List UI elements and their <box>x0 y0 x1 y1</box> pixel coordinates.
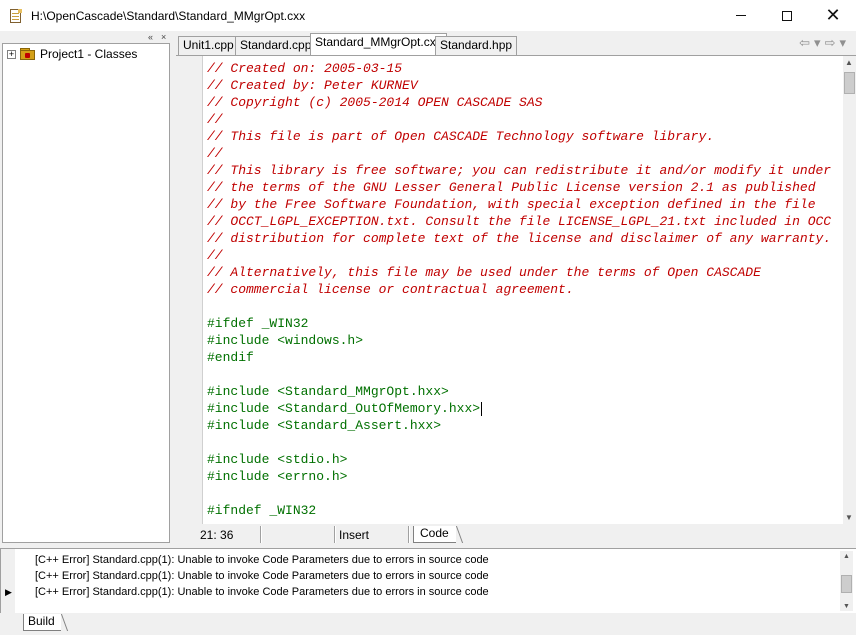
editor-tabs: Unit1.cpp Standard.cpp Standard_MMgrOpt.… <box>176 33 856 55</box>
class-explorer-panel: « × + Project1 - Classes <box>0 31 172 545</box>
code-line[interactable]: #include <stdio.h> <box>207 451 841 468</box>
code-line[interactable]: #include <errno.h> <box>207 468 841 485</box>
chevron-down-icon[interactable]: ▾ <box>814 35 821 51</box>
scroll-down-icon[interactable]: ▼ <box>845 513 853 522</box>
class-tree[interactable]: + Project1 - Classes <box>2 43 170 543</box>
message-item[interactable]: [C++ Error] Standard.cpp(1): Unable to i… <box>35 570 489 582</box>
tab-standard-hpp[interactable]: Standard.hpp <box>435 36 518 55</box>
message-pane[interactable]: ▶ [C++ Error] Standard.cpp(1): Unable to… <box>0 549 856 613</box>
code-line[interactable]: // Created by: Peter KURNEV <box>207 77 841 94</box>
editor-status-bar: 21: 36 Insert Code <box>176 524 856 545</box>
code-line[interactable]: // OCCT_LGPL_EXCEPTION.txt. Consult the … <box>207 213 841 230</box>
tab-unit1-cpp[interactable]: Unit1.cpp <box>178 36 239 55</box>
scroll-up-icon[interactable]: ▲ <box>845 58 853 67</box>
code-line[interactable]: // This library is free software; you ca… <box>207 162 841 179</box>
window-title: H:\OpenCascade\Standard\Standard_MMgrOpt… <box>31 8 306 23</box>
status-divider <box>408 526 410 543</box>
message-item[interactable]: [C++ Error] Standard.cpp(1): Unable to i… <box>35 586 489 598</box>
code-line[interactable]: // <box>207 111 841 128</box>
panel-menu-icon[interactable]: « <box>148 33 153 42</box>
code-editor[interactable]: // Created on: 2005-03-15// Created by: … <box>176 55 856 524</box>
code-line[interactable]: // commercial license or contractual agr… <box>207 281 841 298</box>
scroll-down-icon[interactable]: ▼ <box>843 603 850 610</box>
message-item[interactable]: [C++ Error] Standard.cpp(1): Unable to i… <box>35 554 489 566</box>
code-area[interactable]: // Created on: 2005-03-15// Created by: … <box>207 60 841 520</box>
back-arrow-icon[interactable]: ⇦ <box>799 35 810 51</box>
message-vertical-scrollbar[interactable]: ▲ ▼ <box>840 551 853 611</box>
message-tabs: Build <box>0 613 856 635</box>
code-line[interactable]: // distribution for complete text of the… <box>207 230 841 247</box>
selected-message-arrow-icon: ▶ <box>5 587 12 597</box>
cursor-position: 21: 36 <box>200 528 234 542</box>
code-line[interactable] <box>207 298 841 315</box>
tab-standard-mmgropt-cxx[interactable]: Standard_MMgrOpt.cxx <box>310 33 447 55</box>
status-divider <box>260 526 262 543</box>
status-divider <box>334 526 336 543</box>
code-line[interactable]: // <box>207 145 841 162</box>
code-line[interactable]: #ifndef _WIN32 <box>207 502 841 519</box>
forward-arrow-icon[interactable]: ⇨ <box>825 35 836 51</box>
expand-icon[interactable]: + <box>7 49 16 59</box>
scrollbar-thumb[interactable] <box>844 72 855 94</box>
code-line[interactable]: #ifdef _WIN32 <box>207 315 841 332</box>
code-line[interactable]: // by the Free Software Foundation, with… <box>207 196 841 213</box>
code-line[interactable] <box>207 485 841 502</box>
close-icon: ✕ <box>825 5 841 25</box>
code-line[interactable]: // <box>207 247 841 264</box>
message-gutter <box>1 549 15 613</box>
chevron-down-icon[interactable]: ▾ <box>839 35 846 51</box>
code-line[interactable]: // Alternatively, this file may be used … <box>207 264 841 281</box>
tab-build[interactable]: Build <box>23 614 61 631</box>
code-line[interactable]: #endif <box>207 349 841 366</box>
maximize-icon <box>782 10 792 21</box>
scroll-up-icon[interactable]: ▲ <box>843 553 850 560</box>
tab-standard-cpp[interactable]: Standard.cpp <box>235 36 317 55</box>
navigation-arrows: ⇦ ▾ ⇨ ▾ <box>799 35 846 51</box>
code-line[interactable]: #include <windows.h> <box>207 332 841 349</box>
title-bar: H:\OpenCascade\Standard\Standard_MMgrOpt… <box>0 0 856 31</box>
code-line[interactable]: #include <Standard_MMgrOpt.hxx> <box>207 383 841 400</box>
text-caret <box>481 401 483 416</box>
code-line[interactable] <box>207 434 841 451</box>
code-line[interactable]: // This file is part of Open CASCADE Tec… <box>207 128 841 145</box>
tree-item-label: Project1 - Classes <box>40 47 138 61</box>
close-button[interactable]: ✕ <box>810 0 856 31</box>
editor-gutter[interactable] <box>176 56 203 524</box>
minimize-icon <box>736 15 746 16</box>
code-line[interactable]: #include <Standard_OutOfMemory.hxx> <box>207 400 841 417</box>
maximize-button[interactable] <box>764 0 810 31</box>
code-line[interactable]: // Created on: 2005-03-15 <box>207 60 841 77</box>
code-line[interactable]: // the terms of the GNU Lesser General P… <box>207 179 841 196</box>
panel-close-icon[interactable]: × <box>161 33 166 42</box>
minimize-button[interactable] <box>718 0 764 31</box>
code-line[interactable]: // Copyright (c) 2005-2014 OPEN CASCADE … <box>207 94 841 111</box>
scrollbar-thumb[interactable] <box>841 575 852 593</box>
project-folder-icon <box>20 48 36 60</box>
tree-item-project1[interactable]: + Project1 - Classes <box>7 46 137 62</box>
code-line[interactable] <box>207 366 841 383</box>
document-icon <box>9 8 23 24</box>
insert-mode-indicator: Insert <box>339 528 370 542</box>
tab-code[interactable]: Code <box>413 526 456 543</box>
code-line[interactable]: #include <Standard_Assert.hxx> <box>207 417 841 434</box>
editor-vertical-scrollbar[interactable]: ▲ ▼ <box>843 56 856 524</box>
